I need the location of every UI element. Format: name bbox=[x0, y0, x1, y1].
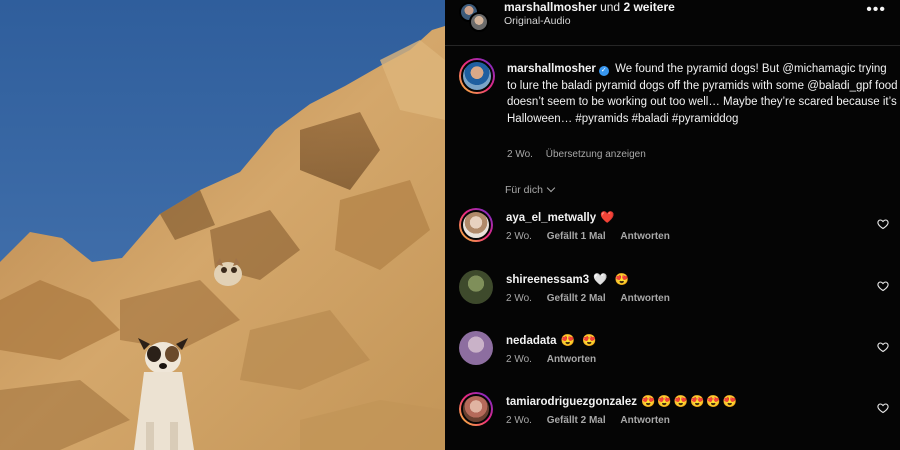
comment-avatar[interactable] bbox=[459, 208, 493, 242]
dog-top bbox=[214, 258, 242, 286]
comment-username[interactable]: tamiarodriguezgonzalez bbox=[506, 396, 637, 408]
post-header: marshallmosher und 2 weitere Original-Au… bbox=[445, 0, 900, 40]
comment-age: 2 Wo. bbox=[506, 231, 532, 242]
comment-age: 2 Wo. bbox=[506, 293, 532, 304]
comment-avatar[interactable] bbox=[459, 392, 493, 426]
like-heart-icon[interactable] bbox=[877, 280, 889, 292]
divider bbox=[445, 45, 900, 46]
comment-header: tamiarodriguezgonzalez 😍😍😍😍😍😍 bbox=[506, 394, 739, 408]
comment-text: 😍😍😍😍😍😍 bbox=[641, 396, 739, 408]
comment-likes[interactable]: Gefällt 2 Mal bbox=[547, 293, 606, 304]
caption-age: 2 Wo. bbox=[507, 149, 533, 160]
comment-filter-label: Für dich bbox=[505, 184, 543, 196]
comment: nedadata 😍 😍 2 Wo. Antworten bbox=[459, 331, 889, 379]
header-username[interactable]: marshallmosher bbox=[504, 0, 597, 14]
verified-badge-icon: ✓ bbox=[598, 66, 609, 76]
comment-text: ❤️ bbox=[600, 212, 617, 224]
comment-text: 😍 😍 bbox=[560, 335, 599, 347]
reply-button[interactable]: Antworten bbox=[620, 231, 669, 242]
reply-button[interactable]: Antworten bbox=[620, 415, 669, 426]
comment-meta: 2 Wo. Gefällt 2 Mal Antworten bbox=[506, 415, 682, 426]
header-more-collaborators[interactable]: 2 weitere bbox=[623, 0, 674, 14]
comment-meta: 2 Wo. Gefällt 2 Mal Antworten bbox=[506, 293, 682, 304]
comment-text: 🤍 😍 bbox=[593, 274, 631, 286]
more-options-icon[interactable]: ••• bbox=[866, 2, 886, 18]
comment-age: 2 Wo. bbox=[506, 415, 532, 426]
caption-username[interactable]: marshallmosher bbox=[507, 63, 596, 75]
chevron-down-icon bbox=[546, 183, 556, 193]
comment-avatar[interactable] bbox=[459, 331, 493, 365]
original-audio-link[interactable]: Original-Audio bbox=[504, 15, 571, 27]
post-details-panel: marshallmosher und 2 weitere Original-Au… bbox=[445, 0, 900, 450]
collab-avatars[interactable] bbox=[459, 2, 489, 32]
avatar bbox=[469, 12, 489, 32]
like-heart-icon[interactable] bbox=[877, 402, 889, 414]
pyramid-dogs-photo bbox=[0, 0, 445, 450]
comment-likes[interactable]: Gefällt 1 Mal bbox=[547, 231, 606, 242]
comment-header: shireenessam3 🤍 😍 bbox=[506, 272, 631, 286]
comment-header: aya_el_metwally ❤️ bbox=[506, 210, 616, 224]
comment-age: 2 Wo. bbox=[506, 354, 532, 365]
comment-likes[interactable]: Gefällt 2 Mal bbox=[547, 415, 606, 426]
comment-meta: 2 Wo. Antworten bbox=[506, 354, 608, 365]
comment: tamiarodriguezgonzalez 😍😍😍😍😍😍 2 Wo. Gefäl… bbox=[459, 392, 889, 440]
comment-header: nedadata 😍 😍 bbox=[506, 333, 598, 347]
translate-link[interactable]: Übersetzung anzeigen bbox=[546, 149, 646, 160]
reply-button[interactable]: Antworten bbox=[620, 293, 669, 304]
comment: shireenessam3 🤍 😍 2 Wo. Gefällt 2 Mal Ant… bbox=[459, 270, 889, 318]
caption-meta: 2 Wo. Übersetzung anzeigen bbox=[507, 149, 646, 160]
reply-button[interactable]: Antworten bbox=[547, 354, 596, 365]
header-usernames: marshallmosher und 2 weitere bbox=[504, 0, 675, 14]
caption-avatar[interactable] bbox=[459, 58, 495, 94]
caption-text-block: marshallmosher ✓ We found the pyramid dog… bbox=[507, 61, 899, 127]
post-media[interactable] bbox=[0, 0, 445, 450]
like-heart-icon[interactable] bbox=[877, 341, 889, 353]
comment-filter-dropdown[interactable]: Für dich bbox=[505, 183, 556, 196]
comment-username[interactable]: aya_el_metwally bbox=[506, 212, 596, 224]
like-heart-icon[interactable] bbox=[877, 218, 889, 230]
comment-username[interactable]: nedadata bbox=[506, 335, 557, 347]
header-and-text: und bbox=[600, 0, 621, 14]
comment-meta: 2 Wo. Gefällt 1 Mal Antworten bbox=[506, 231, 682, 242]
comment-avatar[interactable] bbox=[459, 270, 493, 304]
comment-username[interactable]: shireenessam3 bbox=[506, 274, 589, 286]
comment: aya_el_metwally ❤️ 2 Wo. Gefällt 1 Mal An… bbox=[459, 208, 889, 256]
